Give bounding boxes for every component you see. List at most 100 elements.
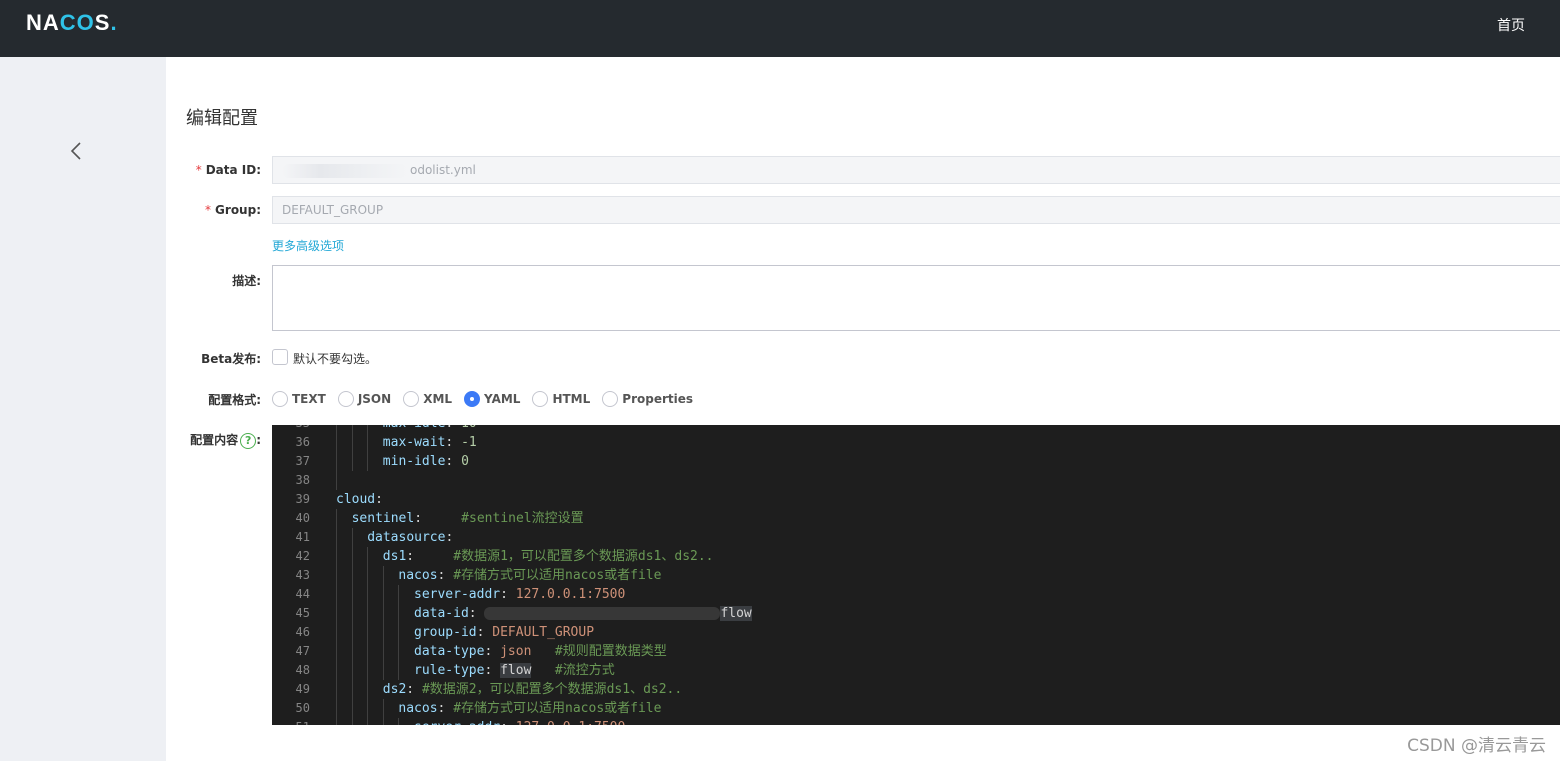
indent-guide (351, 433, 353, 452)
yaml-comment: #数据源2，可以配置多个数据源ds1、ds2.. (421, 682, 683, 697)
line-number: 48 (295, 663, 310, 677)
code-line: 36 max-wait: -1 (272, 433, 1560, 452)
yaml-key: group-id (414, 625, 477, 640)
code-line: 50 nacos: #存储方式可以适用nacos或者file (272, 699, 1560, 718)
group-field[interactable]: DEFAULT_GROUP (272, 196, 1560, 224)
line-number: 50 (295, 701, 310, 715)
data-id-field[interactable]: odolist.yml (272, 156, 1560, 184)
code-text: ds2: #数据源2，可以配置多个数据源ds1、ds2.. (382, 682, 683, 697)
radio-label: JSON (357, 392, 392, 406)
code-editor[interactable]: 35 max-idle: 10 36 max-wait: -1 37 min-idle: … (272, 425, 1560, 725)
radio-label: Properties (622, 392, 694, 406)
format-radio-json[interactable]: JSON (337, 391, 392, 407)
code-text: group-id: DEFAULT_GROUP (414, 625, 595, 640)
indent-guide (382, 661, 384, 680)
line-number: 42 (295, 549, 310, 563)
top-navbar: NACOS. 首页 (0, 0, 1560, 57)
indent-guide (351, 680, 353, 699)
page-title: 编辑配置 (186, 108, 258, 129)
group-label: * Group: (205, 203, 261, 217)
code-text: server-addr: 127.0.0.1:7500 (414, 718, 625, 725)
radio-circle[interactable] (602, 391, 619, 407)
yaml-value: json (500, 644, 532, 659)
radio-label: XML (423, 392, 453, 406)
beta-checkbox[interactable] (272, 349, 288, 365)
radio-circle[interactable] (337, 391, 354, 407)
indent-guide (367, 623, 369, 642)
code-line: 40 sentinel: #sentinel流控设置 (272, 509, 1560, 528)
indent-guide (351, 623, 353, 642)
indent-guide (367, 642, 369, 661)
line-number: 43 (295, 568, 310, 582)
indent-guide (351, 699, 353, 718)
code-line: 35 max-idle: 10 (272, 425, 1560, 433)
indent-guide (336, 425, 337, 433)
yaml-key: ds2 (382, 682, 407, 697)
main-content: 编辑配置 * Data ID: odolist.yml * Group: DEFAU… (166, 57, 1560, 761)
format-radio-yaml[interactable]: YAML (464, 391, 520, 407)
indent-guide (367, 699, 369, 718)
format-radio-html[interactable]: HTML (532, 391, 590, 407)
yaml-value: flow (500, 663, 532, 678)
yaml-value: 0 (461, 454, 469, 469)
content-label: 配置内容?: (190, 432, 261, 449)
back-arrow-icon[interactable] (66, 139, 88, 163)
yaml-comment: #数据源1，可以配置多个数据源ds1、ds2.. (421, 549, 714, 564)
format-radio-properties[interactable]: Properties (602, 391, 693, 407)
help-icon[interactable]: ? (240, 432, 257, 449)
logo-text: NACOS. (26, 10, 118, 35)
code-text: sentinel: #sentinel流控设置 (351, 511, 584, 526)
code-text: rule-type: flow #流控方式 (414, 663, 615, 678)
indent-guide (336, 585, 337, 604)
radio-label: TEXT (292, 392, 326, 406)
radio-circle[interactable] (272, 391, 288, 407)
yaml-key: datasource (367, 530, 446, 545)
line-number: 51 (272, 718, 310, 725)
description-textarea[interactable] (272, 265, 1560, 331)
code-line: 42 ds1: #数据源1，可以配置多个数据源ds1、ds2.. (272, 547, 1560, 566)
line-number: 39 (295, 492, 310, 506)
code-text: min-idle: 0 (382, 454, 469, 469)
line-number: 36 (295, 435, 310, 449)
yaml-key: server-addr (414, 720, 500, 725)
indent-guide (336, 471, 337, 490)
indent-guide (351, 604, 353, 623)
radio-circle[interactable] (403, 391, 420, 407)
nacos-logo[interactable]: NACOS. (26, 10, 118, 36)
radio-label: YAML (484, 392, 521, 406)
indent-guide (351, 547, 353, 566)
line-number: 49 (295, 682, 310, 696)
indent-guide (382, 699, 384, 718)
indent-guide (336, 699, 337, 718)
format-label: 配置格式: (208, 393, 261, 407)
code-line: 43 nacos: #存储方式可以适用nacos或者file (272, 566, 1560, 585)
indent-guide (336, 528, 337, 547)
code-text: data-type: json #规则配置数据类型 (414, 644, 667, 659)
redacted-mask (282, 163, 408, 178)
indent-guide (336, 452, 337, 471)
format-radio-text[interactable]: TEXT (272, 391, 326, 407)
data-id-label: * Data ID: (195, 163, 261, 177)
indent-guide (367, 585, 369, 604)
code-text: nacos: #存储方式可以适用nacos或者file (398, 701, 662, 716)
radio-circle[interactable] (464, 391, 481, 407)
indent-guide (398, 718, 400, 725)
yaml-comment: #流控方式 (539, 663, 615, 678)
indent-guide (398, 623, 400, 642)
code-line: 37 min-idle: 0 (272, 452, 1560, 471)
nav-home-link[interactable]: 首页 (1497, 15, 1525, 35)
code-text: max-wait: -1 (382, 435, 477, 450)
line-number: 40 (295, 511, 310, 525)
indent-guide (336, 642, 337, 661)
indent-guide (336, 661, 337, 680)
indent-guide (367, 718, 369, 725)
yaml-value: 127.0.0.1:7500 (516, 720, 626, 725)
code-text: max-idle: 10 (383, 425, 477, 433)
advanced-options-link[interactable]: 更多高级选项 (272, 237, 344, 254)
code-line: 51 server-addr: 127.0.0.1:7500 (272, 718, 1560, 725)
radio-circle[interactable] (532, 391, 549, 407)
format-radio-xml[interactable]: XML (403, 391, 452, 407)
line-number: 47 (295, 644, 310, 658)
line-number: 44 (295, 587, 310, 601)
indent-guide (367, 547, 369, 566)
